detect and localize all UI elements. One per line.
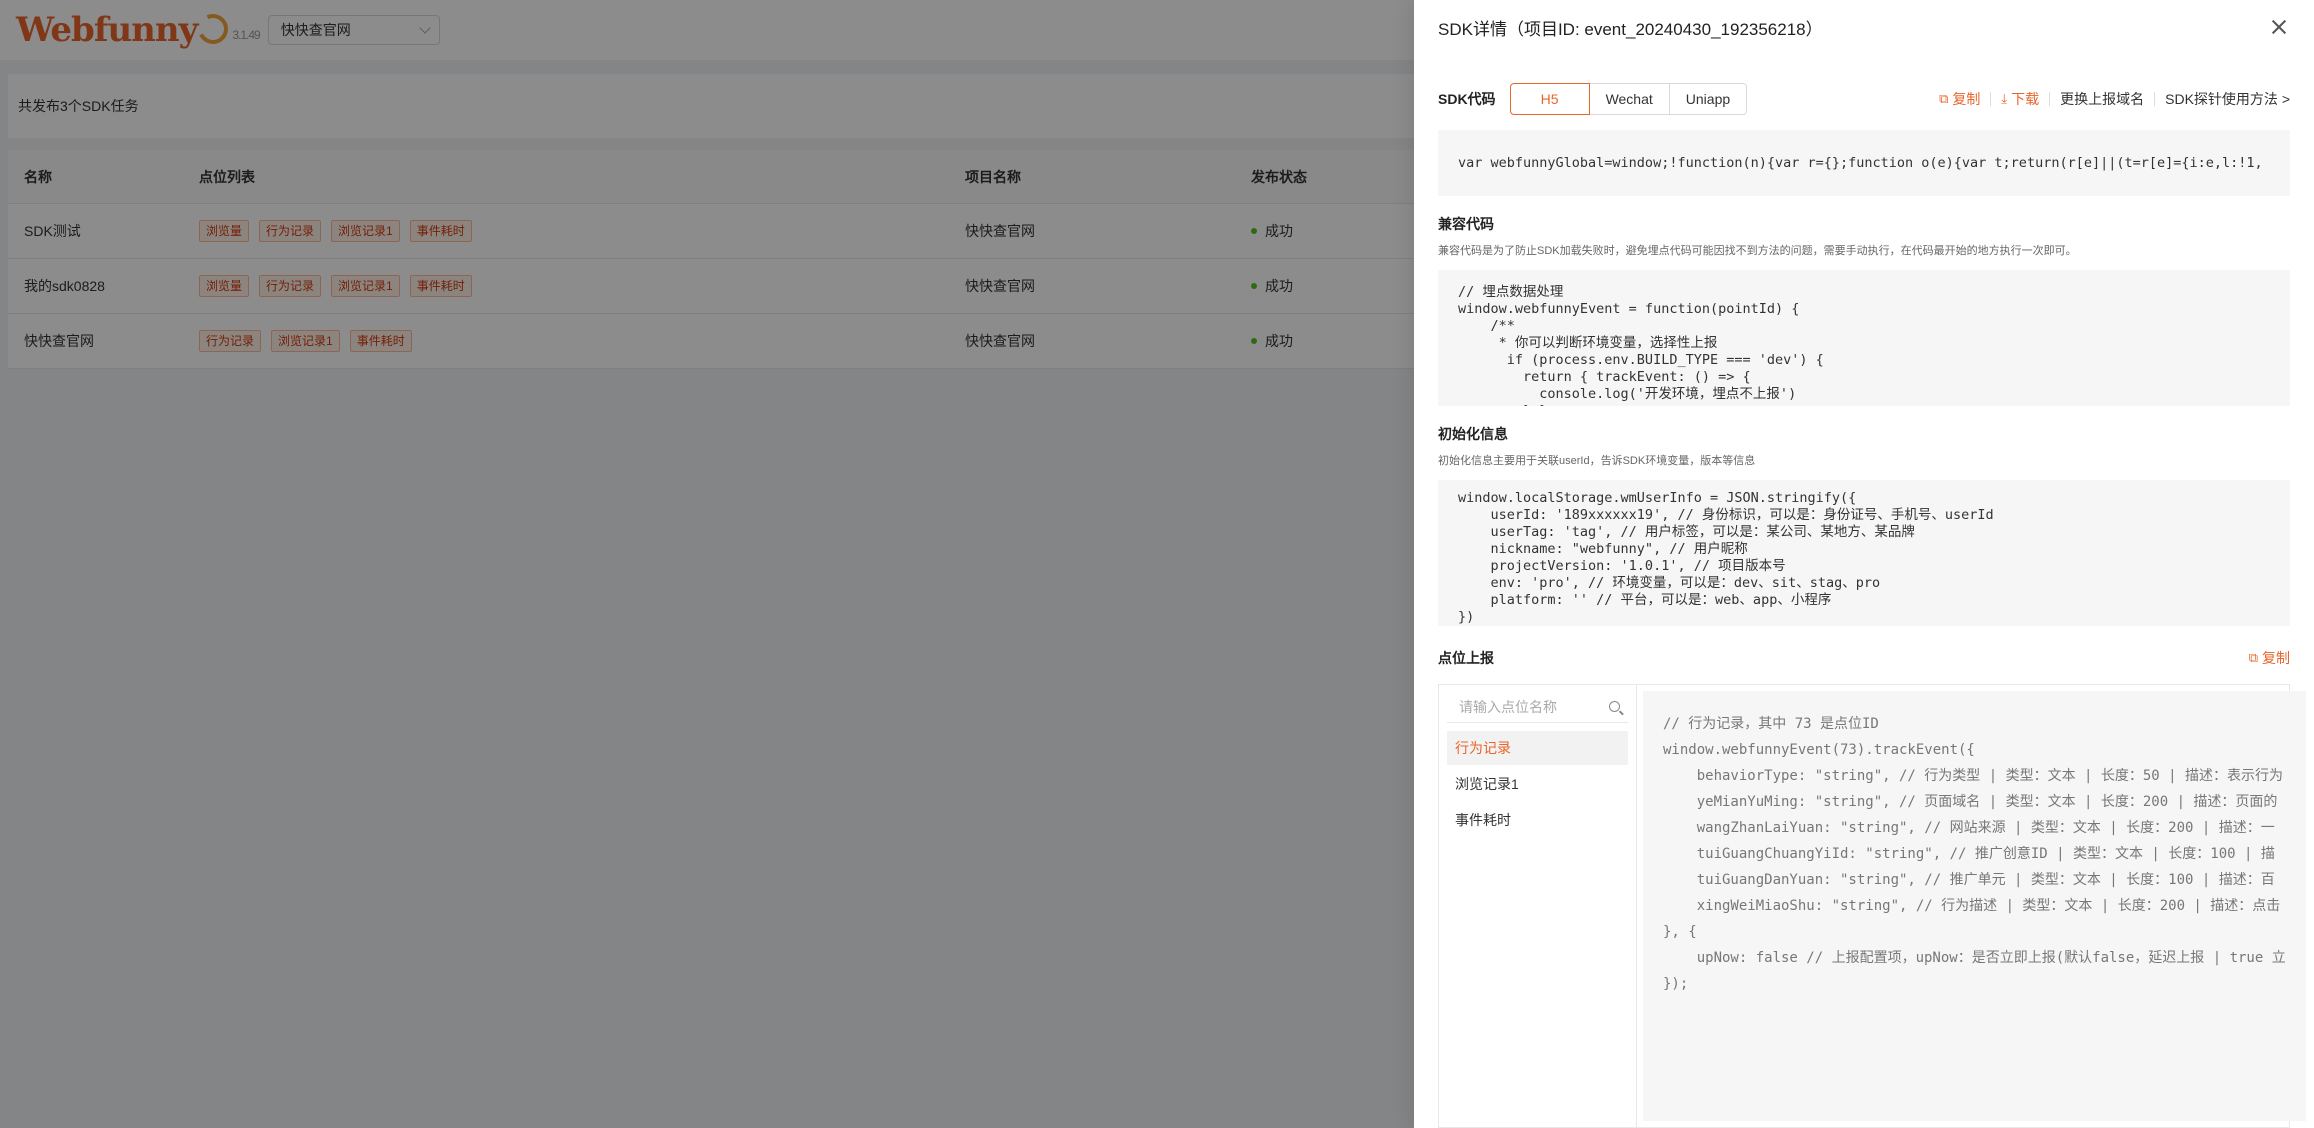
init-desc: 初始化信息主要用于关联userId，告诉SDK环境变量，版本等信息: [1438, 455, 1756, 467]
sdk-actions: ⧉ 复制 ⤓ 下载 更换上报域名 SDK探针使用方法 >: [1939, 89, 2290, 109]
change-domain-link[interactable]: 更换上报域名: [2060, 89, 2144, 109]
sdk-code-text: var webfunnyGlobal=window;!function(n){v…: [1458, 155, 2263, 171]
divider: [1990, 92, 1992, 106]
copy-label: 复制: [1952, 91, 1981, 107]
point-code-panel: // 行为记录，其中 73 是点位ID window.webfunnyEvent…: [1637, 685, 2312, 1127]
sdk-detail-drawer: SDK详情（项目ID: event_20240430_192356218） SD…: [1414, 0, 2314, 1128]
compat-title: 兼容代码: [1438, 216, 1494, 232]
init-code-block[interactable]: window.localStorage.wmUserInfo = JSON.st…: [1438, 480, 2290, 626]
copy-icon: ⧉: [1939, 91, 1949, 106]
list-item[interactable]: 浏览记录1: [1447, 767, 1628, 801]
drawer-mask[interactable]: [0, 0, 1414, 1128]
list-item[interactable]: 事件耗时: [1447, 803, 1628, 837]
point-actions: ⧉ 复制: [2249, 648, 2290, 668]
compat-code-block[interactable]: // 埋点数据处理 window.webfunnyEvent = functio…: [1438, 270, 2290, 406]
copy-button[interactable]: ⧉ 复制: [1939, 89, 1980, 109]
tab-h5[interactable]: H5: [1509, 83, 1590, 115]
point-report-row: 点位上报 ⧉ 复制: [1438, 648, 2290, 668]
copy-icon: ⧉: [2248, 650, 2258, 665]
point-search: [1447, 691, 1628, 723]
point-list-panel: 行为记录 浏览记录1 事件耗时: [1439, 685, 1637, 1127]
drawer-body: SDK代码 H5 Wechat Uniapp ⧉ 复制 ⤓ 下载 更换上报域名 SD…: [1438, 54, 2306, 1128]
list-item[interactable]: 行为记录: [1447, 731, 1628, 765]
drawer-header: SDK详情（项目ID: event_20240430_192356218）: [1414, 0, 2314, 54]
download-icon: ⤓: [2001, 91, 2008, 106]
sdk-code-row: SDK代码 H5 Wechat Uniapp ⧉ 复制 ⤓ 下载 更换上报域名 SD…: [1438, 78, 2290, 120]
tab-wechat[interactable]: Wechat: [1588, 83, 1670, 115]
compat-desc: 兼容代码是为了防止SDK加载失败时，避免埋点代码可能因找不到方法的问题，需要手动…: [1438, 245, 2077, 257]
drawer-title: SDK详情（项目ID: event_20240430_192356218）: [1438, 19, 1823, 39]
sdk-code-label: SDK代码: [1438, 91, 1496, 107]
download-label: 下载: [2011, 91, 2040, 107]
divider: [2049, 92, 2051, 106]
close-icon[interactable]: [2268, 16, 2290, 38]
sdk-usage-link[interactable]: SDK探针使用方法 >: [2165, 89, 2290, 109]
init-title: 初始化信息: [1438, 426, 1508, 442]
sdk-code-block[interactable]: var webfunnyGlobal=window;!function(n){v…: [1438, 130, 2290, 196]
point-copy-button[interactable]: ⧉ 复制: [2249, 648, 2290, 668]
point-code-block[interactable]: // 行为记录，其中 73 是点位ID window.webfunnyEvent…: [1643, 691, 2306, 1121]
point-list: 行为记录 浏览记录1 事件耗时: [1447, 731, 1628, 837]
divider: [2154, 92, 2156, 106]
platform-tabs: H5 Wechat Uniapp: [1509, 83, 1748, 115]
point-panel: 行为记录 浏览记录1 事件耗时 // 行为记录，其中 73 是点位ID wind…: [1438, 684, 2306, 1128]
search-icon[interactable]: [1609, 701, 1620, 712]
point-copy-label: 复制: [2262, 650, 2290, 666]
point-report-title: 点位上报: [1438, 650, 1494, 666]
tab-uniapp[interactable]: Uniapp: [1668, 83, 1748, 115]
point-search-input[interactable]: [1459, 698, 1609, 715]
download-button[interactable]: ⤓ 下载: [2001, 89, 2039, 109]
